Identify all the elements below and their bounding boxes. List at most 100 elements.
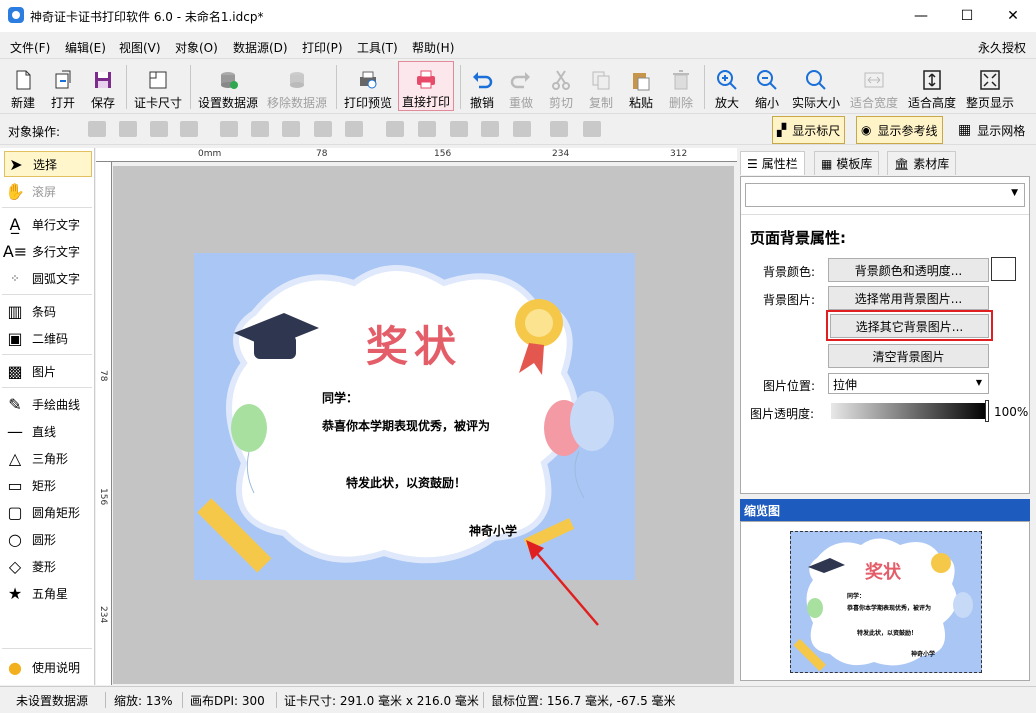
- align-right-icon[interactable]: [282, 121, 300, 137]
- tool-scroll[interactable]: ✋ 滚屏: [4, 178, 92, 204]
- card-size-button[interactable]: 证卡尺寸: [132, 61, 184, 111]
- menu-file[interactable]: 文件(F): [10, 39, 50, 56]
- paste-button[interactable]: 粘贴: [624, 61, 658, 111]
- object-toolbar: 对象操作: ▞ 显示标尺 ◉ 显示参考线 ▦ 显示网格: [0, 115, 1036, 145]
- tool-rectangle-label: 矩形: [32, 478, 57, 493]
- align-top-icon[interactable]: [386, 121, 404, 137]
- tool-triangle-label: 三角形: [32, 451, 69, 466]
- delete-button[interactable]: 删除: [664, 61, 698, 111]
- fit-page-button[interactable]: 整页显示: [964, 61, 1016, 111]
- certificate-greeting[interactable]: 同学：: [322, 389, 358, 406]
- certificate-title[interactable]: 奖状: [366, 313, 462, 374]
- tool-barcode[interactable]: ▥ 条码: [4, 298, 92, 324]
- image-position-select[interactable]: 拉伸 ▼: [828, 373, 989, 394]
- bg-color-button[interactable]: 背景颜色和透明度...: [828, 258, 989, 282]
- thumbnail-preview[interactable]: 奖状 同学： 恭喜你本学期表现优秀，被评为 特发此状，以资鼓励！ 神奇小学: [790, 531, 982, 673]
- properties-box: ▼ 页面背景属性: 背景颜色: 背景颜色和透明度... 背景图片: 选择常用背景…: [740, 176, 1030, 494]
- undo-button[interactable]: 撤销: [465, 61, 499, 111]
- clear-bg-button[interactable]: 清空背景图片: [828, 344, 989, 368]
- tool-circle[interactable]: ○ 圆形: [4, 526, 92, 552]
- menu-edit[interactable]: 编辑(E): [65, 39, 106, 56]
- opacity-slider-handle[interactable]: [985, 400, 989, 422]
- other-bg-button[interactable]: 选择其它背景图片...: [830, 314, 989, 338]
- menu-view[interactable]: 视图(V): [119, 39, 161, 56]
- distribute-v-icon[interactable]: [481, 121, 499, 137]
- direct-print-button[interactable]: 直接打印: [398, 61, 454, 111]
- tab-materials[interactable]: 🏛 素材库: [887, 151, 957, 175]
- layer-up-icon[interactable]: [88, 121, 106, 137]
- help-button[interactable]: ● 使用说明: [4, 654, 92, 680]
- tool-star[interactable]: ★ 五角星: [4, 580, 92, 606]
- set-datasource-button[interactable]: 设置数据源: [196, 61, 260, 111]
- redo-button[interactable]: 重做: [504, 61, 538, 111]
- fit-page-label: 整页显示: [965, 96, 1014, 110]
- opacity-slider[interactable]: [831, 403, 987, 419]
- send-back-icon[interactable]: [180, 121, 198, 137]
- zoom-out-label: 缩小: [754, 96, 779, 110]
- tool-single-line-text[interactable]: A̲ 单行文字: [4, 211, 92, 237]
- rounded-rectangle-icon: ▢: [7, 502, 23, 522]
- menu-help[interactable]: 帮助(H): [412, 39, 454, 56]
- menu-print[interactable]: 打印(P): [302, 39, 343, 56]
- zoom-in-button[interactable]: 放大: [710, 61, 744, 111]
- bg-color-swatch[interactable]: [991, 257, 1016, 281]
- certificate-line2[interactable]: 特发此状，以资鼓励！: [346, 474, 466, 491]
- close-button[interactable]: ✕: [990, 0, 1036, 32]
- align-middle-icon[interactable]: [418, 121, 436, 137]
- save-button[interactable]: 保存: [86, 61, 120, 111]
- actual-size-button[interactable]: 实际大小: [789, 61, 843, 111]
- maximize-button[interactable]: ☐: [944, 0, 990, 32]
- bring-front-icon[interactable]: [150, 121, 168, 137]
- space-v-icon[interactable]: [513, 121, 531, 137]
- align-center-icon[interactable]: [251, 121, 269, 137]
- tool-qrcode[interactable]: ▣ 二维码: [4, 325, 92, 351]
- certificate-line1[interactable]: 恭喜你本学期表现优秀，被评为: [322, 417, 490, 434]
- object-selector-dropdown[interactable]: ▼: [745, 183, 1025, 207]
- minimize-button[interactable]: —: [898, 0, 944, 32]
- image-position-label: 图片位置:: [763, 379, 816, 393]
- group-icon[interactable]: [583, 121, 601, 137]
- fit-height-button[interactable]: 适合高度: [906, 61, 958, 111]
- show-grid-toggle[interactable]: ▦ 显示网格: [954, 116, 1029, 144]
- tool-freehand-label: 手绘曲线: [32, 397, 81, 412]
- certificate-signature[interactable]: 神奇小学: [469, 522, 517, 539]
- align-bottom-icon[interactable]: [450, 121, 468, 137]
- barcode-icon: ▥: [7, 301, 23, 321]
- thumbnail-signature: 神奇小学: [911, 651, 936, 658]
- save-icon: [92, 69, 114, 91]
- tab-properties[interactable]: ☰ 属性栏: [740, 151, 805, 175]
- menu-datasource[interactable]: 数据源(D): [233, 39, 288, 56]
- remove-datasource-button[interactable]: 移除数据源: [264, 61, 330, 111]
- space-h-icon[interactable]: [345, 121, 363, 137]
- same-size-icon[interactable]: [550, 121, 568, 137]
- layer-down-icon[interactable]: [119, 121, 137, 137]
- menu-tools[interactable]: 工具(T): [357, 39, 398, 56]
- opacity-label: 图片透明度:: [750, 407, 815, 421]
- tool-select[interactable]: ➤ 选择: [4, 151, 92, 177]
- align-left-icon[interactable]: [220, 121, 238, 137]
- copy-button[interactable]: 复制: [584, 61, 618, 111]
- menu-bar: 文件(F) 编辑(E) 视图(V) 对象(O) 数据源(D) 打印(P) 工具(…: [0, 32, 1036, 58]
- tool-multi-line-text[interactable]: A≡ 多行文字: [3, 238, 92, 264]
- new-button[interactable]: 新建: [6, 61, 40, 111]
- distribute-h-icon[interactable]: [314, 121, 332, 137]
- tool-triangle[interactable]: △ 三角形: [4, 445, 92, 471]
- tool-rectangle[interactable]: ▭ 矩形: [4, 472, 92, 498]
- tool-arc-text[interactable]: ⁘ 圆弧文字: [4, 265, 92, 291]
- show-ruler-toggle[interactable]: ▞ 显示标尺: [772, 116, 846, 144]
- tool-diamond[interactable]: ◇ 菱形: [4, 553, 92, 579]
- menu-object[interactable]: 对象(O): [175, 39, 218, 56]
- tool-rounded-rectangle[interactable]: ▢ 圆角矩形: [4, 499, 92, 525]
- show-guides-toggle[interactable]: ◉ 显示参考线: [856, 116, 943, 144]
- tab-templates[interactable]: ▦ 模板库: [814, 151, 880, 175]
- common-bg-button[interactable]: 选择常用背景图片...: [828, 286, 989, 310]
- cut-button[interactable]: 剪切: [544, 61, 578, 111]
- fit-width-button[interactable]: 适合宽度: [848, 61, 900, 111]
- tool-line[interactable]: — 直线: [4, 418, 92, 444]
- tool-freehand[interactable]: ✎ 手绘曲线: [4, 391, 92, 417]
- print-preview-button[interactable]: 打印预览: [342, 61, 394, 111]
- tool-image[interactable]: ▩ 图片: [4, 358, 92, 384]
- thumbnail-line2: 特发此状，以资鼓励！: [857, 630, 918, 637]
- zoom-out-button[interactable]: 缩小: [750, 61, 784, 111]
- open-button[interactable]: 打开: [46, 61, 80, 111]
